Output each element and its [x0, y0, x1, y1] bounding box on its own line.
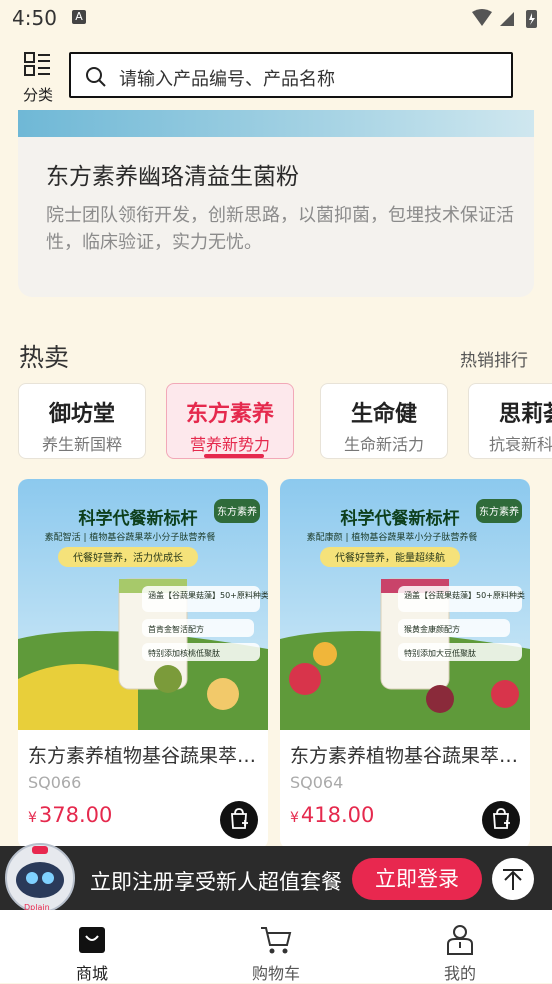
feature-banner-image: [18, 110, 534, 137]
category-icon: [24, 52, 50, 76]
category-label: 分类: [22, 86, 53, 104]
nav-label: 购物车: [251, 964, 300, 983]
brand-name: 御坊堂: [48, 402, 115, 427]
add-cart-icon: [493, 808, 510, 829]
image-bullet: 特别添加大豆低聚肽: [404, 648, 476, 658]
brand-tab-shengmingjian[interactable]: 生命健 生命新活力: [320, 383, 448, 459]
brand-sub: 生命新活力: [343, 435, 424, 454]
add-cart-icon: [231, 808, 248, 829]
image-pill: 代餐好营养，活力优成长: [73, 551, 183, 564]
nav-item-profile[interactable]: 我的: [400, 910, 520, 983]
currency-symbol: ¥: [28, 810, 37, 826]
product-name: 东方素养植物基谷蔬果萃小分子肽营养餐: [290, 745, 522, 767]
status-time: 4:50: [12, 6, 57, 30]
shop-bag-icon: [79, 927, 105, 953]
image-headline: 科学代餐新标杆: [341, 508, 460, 529]
brand-name: 东方素养: [185, 402, 274, 427]
search-placeholder: 请输入产品编号、产品名称: [119, 69, 335, 90]
product-code: SQ064: [290, 773, 344, 792]
hot-rank-link[interactable]: 热销排行: [460, 346, 528, 371]
brand-tab-dongfangsuyang[interactable]: 东方素养 营养新势力: [166, 383, 294, 459]
product-card[interactable]: 东方素养 科学代餐新标杆 素配康颜 | 植物基谷蔬果萃小分子肽营养餐 代餐好营养…: [280, 479, 530, 849]
nav-label: 我的: [443, 964, 476, 983]
status-icons: [472, 9, 537, 28]
notification-icon: A: [72, 10, 86, 24]
image-brand-badge: 东方素养: [217, 505, 257, 518]
product-card[interactable]: 东方素养 科学代餐新标杆 素配智活 | 植物基谷蔬果萃小分子肽营养餐 代餐好营养…: [18, 479, 268, 849]
brand-sub: 抗衰新科: [489, 435, 552, 454]
arrow-up-icon: [503, 869, 523, 890]
status-bar: 4:50 A: [0, 0, 552, 38]
active-tab-indicator: [204, 454, 264, 458]
brand-sub: 养生新国粹: [41, 435, 122, 454]
brand-name: 思莉荟: [499, 402, 552, 427]
image-subline: 素配康颜 | 植物基谷蔬果萃小分子肽营养餐: [307, 531, 478, 543]
product-image: 东方素养 科学代餐新标杆 素配智活 | 植物基谷蔬果萃小分子肽营养餐 代餐好营养…: [18, 479, 268, 730]
hot-section-title: 热卖: [19, 343, 70, 372]
cart-icon: [261, 927, 292, 954]
image-bullet: 特别添加核桃低聚肽: [148, 648, 220, 658]
search-icon: [86, 67, 106, 87]
mascot-avatar: Dplain: [5, 843, 75, 913]
search-input[interactable]: 请输入产品编号、产品名称: [69, 52, 513, 98]
category-button[interactable]: 分类: [18, 50, 58, 104]
currency-symbol: ¥: [290, 810, 299, 826]
nav-item-shop[interactable]: 商城: [32, 910, 152, 983]
image-pill: 代餐好营养，能量超续航: [335, 551, 445, 564]
feature-title: 东方素养幽珞清益生菌粉: [46, 164, 299, 190]
image-bullet: 涵盖【谷蔬果菇藻】50+原料种类: [404, 590, 525, 600]
product-price: ¥418.00: [290, 803, 374, 827]
add-to-cart-button[interactable]: [482, 801, 520, 839]
brand-tab-yufangtang[interactable]: 御坊堂 养生新国粹: [18, 383, 146, 459]
brand-tab-silihui[interactable]: 思莉荟 抗衰新科: [468, 383, 552, 459]
feature-product-card[interactable]: 东方素养幽珞清益生菌粉 院士团队领衔开发，创新思路，以菌抑菌，包埋技术保证活性，…: [18, 110, 534, 297]
product-code: SQ066: [28, 773, 82, 792]
register-banner: Dplain 立即注册享受新人超值套餐 立即登录: [0, 843, 552, 913]
nav-item-cart[interactable]: 购物车: [216, 910, 336, 983]
back-to-top-button[interactable]: [492, 858, 534, 900]
price-value: 418.00: [300, 803, 375, 827]
bottom-nav: 商城 购物车 我的: [0, 910, 552, 983]
image-bullet: 涵盖【谷蔬果菇藻】50+原料种类: [148, 590, 268, 600]
signal-icon: [500, 12, 514, 26]
login-button[interactable]: 立即登录: [352, 858, 482, 900]
image-bullet: 首肯金智活配方: [148, 624, 204, 634]
user-icon: [447, 925, 473, 955]
product-image: 东方素养 科学代餐新标杆 素配康颜 | 植物基谷蔬果萃小分子肽营养餐 代餐好营养…: [280, 479, 530, 730]
image-headline: 科学代餐新标杆: [79, 508, 198, 529]
image-subline: 素配智活 | 植物基谷蔬果萃小分子肽营养餐: [45, 531, 216, 543]
brand-name: 生命健: [350, 402, 417, 427]
register-text: 立即注册享受新人超值套餐: [90, 870, 342, 894]
nav-label: 商城: [75, 964, 108, 983]
feature-description: 院士团队领衔开发，创新思路，以菌抑菌，包埋技术保证活性，临床验证，实力无忧。: [46, 205, 514, 253]
add-to-cart-button[interactable]: [220, 801, 258, 839]
brand-sub: 营养新势力: [189, 435, 270, 454]
product-name: 东方素养植物基谷蔬果萃小分子肽营养餐: [28, 745, 260, 767]
image-brand-badge: 东方素养: [479, 505, 519, 518]
image-bullet: 猴黄金康颜配方: [404, 624, 460, 634]
price-value: 378.00: [38, 803, 113, 827]
wifi-icon: [472, 9, 492, 26]
product-price: ¥378.00: [28, 803, 112, 827]
